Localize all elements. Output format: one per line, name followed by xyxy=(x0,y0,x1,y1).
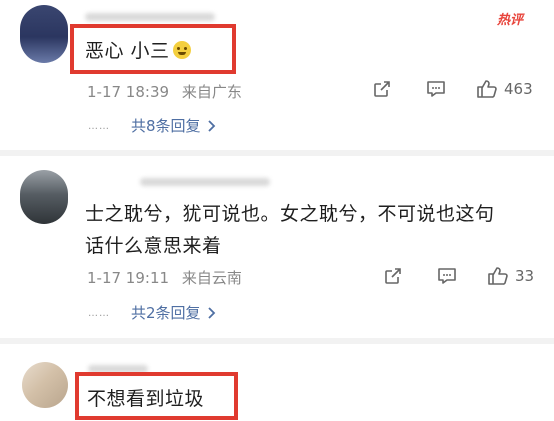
username-blurred xyxy=(85,13,215,21)
comment-text: 不想看到垃圾 xyxy=(87,388,205,410)
comment-text-line-1: 士之耽兮，犹可说也。女之耽兮，不可说也这句 xyxy=(85,203,495,225)
view-replies-link[interactable]: 共2条回复 xyxy=(131,302,217,323)
avatar[interactable] xyxy=(22,362,68,408)
username-blurred xyxy=(140,178,270,186)
avatar[interactable] xyxy=(20,170,68,224)
like-button[interactable]: 33 xyxy=(487,266,534,286)
chevron-right-icon xyxy=(207,306,217,320)
comment-icon[interactable] xyxy=(436,266,458,286)
share-icon[interactable] xyxy=(372,79,392,99)
comment-time: 1-17 18:39 xyxy=(87,83,170,101)
chevron-right-icon xyxy=(207,119,217,133)
like-icon xyxy=(476,79,498,99)
smiling-emoji-icon xyxy=(172,41,191,59)
reply-dots: …… xyxy=(88,308,110,319)
view-replies-link[interactable]: 共8条回复 xyxy=(131,115,217,136)
comment-text-content: 恶心 小三 xyxy=(85,40,170,62)
reply-dots: …… xyxy=(88,121,110,132)
replies-label: 共2条回复 xyxy=(131,304,201,322)
like-count: 33 xyxy=(515,267,535,285)
section-divider xyxy=(0,338,554,344)
comment-location: 来自云南 xyxy=(181,269,242,287)
hot-comment-badge: 热评 xyxy=(497,13,524,28)
comment-meta: 1-17 18:39 来自广东 xyxy=(87,81,242,102)
like-count: 463 xyxy=(504,80,533,98)
comment-location: 来自广东 xyxy=(181,83,242,101)
comment-icon[interactable] xyxy=(425,79,447,99)
comment-time: 1-17 19:11 xyxy=(87,269,170,287)
share-icon[interactable] xyxy=(383,266,403,286)
comment-text-line-2: 话什么意思来着 xyxy=(85,235,222,257)
section-divider xyxy=(0,150,554,156)
like-button[interactable]: 463 xyxy=(476,79,533,99)
like-icon xyxy=(487,266,509,286)
avatar[interactable] xyxy=(20,5,68,63)
replies-label: 共8条回复 xyxy=(131,117,201,135)
comment-text: 恶心 小三 xyxy=(85,36,191,63)
comment-meta: 1-17 19:11 来自云南 xyxy=(87,267,242,288)
